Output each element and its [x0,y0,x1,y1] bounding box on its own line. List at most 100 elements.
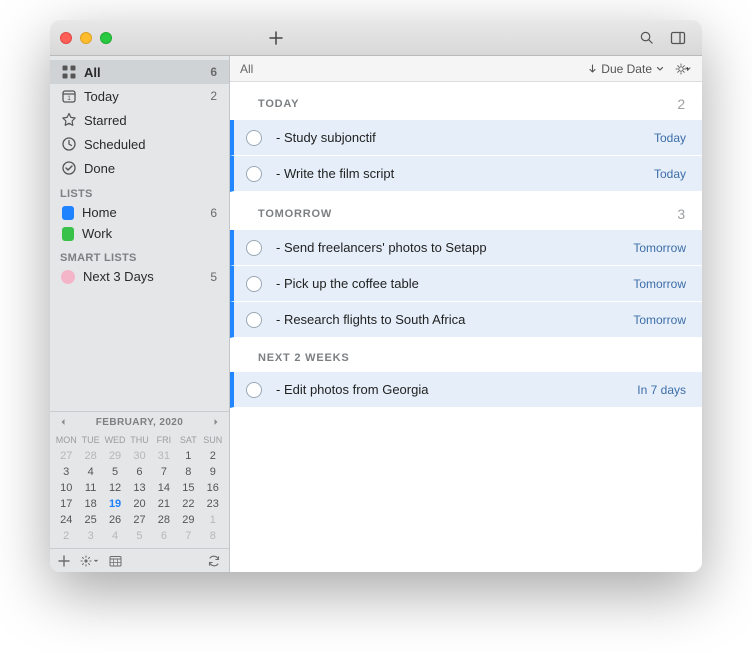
view-options-button[interactable] [674,62,692,76]
sidebar-item-label: Next 3 Days [83,269,210,284]
sync-button[interactable] [207,554,221,568]
calendar-day[interactable]: 18 [78,496,102,512]
sidebar-item-all[interactable]: All6 [50,60,229,84]
sidebar-footer [50,548,229,572]
toggle-panel-button[interactable] [664,27,692,49]
lists-heading: LISTS [50,180,229,202]
calendar-day[interactable]: 12 [103,480,127,496]
sidebar-item-today[interactable]: 1Today2 [50,84,229,108]
sidebar: All61Today2StarredScheduledDone LISTS Ho… [50,56,230,572]
sidebar-list-item[interactable]: Work [50,223,229,244]
calendar-day[interactable]: 5 [103,464,127,480]
calendar-day[interactable]: 1 [176,448,200,464]
calendar-day[interactable]: 7 [152,464,176,480]
search-button[interactable] [632,27,660,49]
calendar-day[interactable]: 16 [201,480,225,496]
task-group-label: TOMORROW [258,208,332,220]
calendar-day[interactable]: 11 [78,480,102,496]
sidebar-smartlist-item[interactable]: Next 3 Days5 [50,266,229,287]
task-group-header: NEXT 2 WEEKS [230,338,702,372]
task-due: Today [654,131,686,145]
calendar-day[interactable]: 13 [127,480,151,496]
task-checkbox[interactable] [246,312,262,328]
sidebar-item-starred[interactable]: Starred [50,108,229,132]
task-row[interactable]: - Edit photos from GeorgiaIn 7 days [230,372,702,408]
calendar-day[interactable]: 6 [127,464,151,480]
settings-button[interactable] [80,555,99,567]
calendar-day[interactable]: 31 [152,448,176,464]
calendar-day[interactable]: 21 [152,496,176,512]
calendar-dayname: FRI [152,434,176,448]
calendar-dayname: THU [127,434,151,448]
calendar-dayname: SAT [176,434,200,448]
calendar-dayname: WED [103,434,127,448]
calendar-toggle-button[interactable] [109,555,122,567]
calendar-day[interactable]: 6 [152,528,176,544]
sidebar-list-item[interactable]: Home6 [50,202,229,223]
calendar-day[interactable]: 4 [78,464,102,480]
calendar-day[interactable]: 24 [54,512,78,528]
task-checkbox[interactable] [246,276,262,292]
window-fullscreen-button[interactable] [100,32,112,44]
task-group-header: TOMORROW3 [230,192,702,230]
sidebar-item-label: Work [82,226,217,241]
window-minimize-button[interactable] [80,32,92,44]
calendar-day[interactable]: 28 [152,512,176,528]
calendar-day[interactable]: 19 [103,496,127,512]
task-row[interactable]: - Study subjonctifToday [230,120,702,156]
task-checkbox[interactable] [246,382,262,398]
calendar-day[interactable]: 17 [54,496,78,512]
calendar-day[interactable]: 7 [176,528,200,544]
task-row[interactable]: - Write the film scriptToday [230,156,702,192]
sidebar-item-label: All [84,65,210,80]
calendar-day[interactable]: 26 [103,512,127,528]
add-task-button[interactable] [262,27,290,49]
scheduled-icon [60,135,78,153]
main-panel: All Due Date TODAY2- Study subjonctifTod… [230,56,702,572]
task-checkbox[interactable] [246,166,262,182]
calendar-day[interactable]: 9 [201,464,225,480]
calendar-day[interactable]: 30 [127,448,151,464]
task-row[interactable]: - Research flights to South AfricaTomorr… [230,302,702,338]
smartlist-color-icon [61,270,75,284]
calendar-day[interactable]: 23 [201,496,225,512]
calendar-day[interactable]: 27 [54,448,78,464]
calendar-dayname: TUE [78,434,102,448]
window-close-button[interactable] [60,32,72,44]
sidebar-item-scheduled[interactable]: Scheduled [50,132,229,156]
calendar-prev-button[interactable] [54,412,72,432]
calendar-day[interactable]: 1 [201,512,225,528]
task-checkbox[interactable] [246,240,262,256]
sidebar-item-label: Today [84,89,210,104]
calendar-day[interactable]: 3 [54,464,78,480]
calendar-day[interactable]: 8 [176,464,200,480]
calendar-day[interactable]: 5 [127,528,151,544]
task-row[interactable]: - Send freelancers' photos to SetappTomo… [230,230,702,266]
calendar-next-button[interactable] [207,412,225,432]
calendar-day[interactable]: 22 [176,496,200,512]
sort-button[interactable]: Due Date [588,62,664,76]
traffic-lights [60,32,112,44]
sidebar-item-label: Done [84,161,217,176]
calendar-day[interactable]: 2 [54,528,78,544]
calendar-day[interactable]: 28 [78,448,102,464]
today-icon: 1 [60,87,78,105]
calendar-day[interactable]: 2 [201,448,225,464]
calendar-day[interactable]: 20 [127,496,151,512]
task-checkbox[interactable] [246,130,262,146]
calendar-day[interactable]: 15 [176,480,200,496]
sort-label: Due Date [601,62,652,76]
calendar-day[interactable]: 14 [152,480,176,496]
calendar-day[interactable]: 10 [54,480,78,496]
calendar-day[interactable]: 25 [78,512,102,528]
calendar-day[interactable]: 29 [103,448,127,464]
calendar-day[interactable]: 27 [127,512,151,528]
add-list-button[interactable] [58,555,70,567]
calendar-day[interactable]: 29 [176,512,200,528]
calendar-day[interactable]: 4 [103,528,127,544]
calendar-day[interactable]: 3 [78,528,102,544]
task-due: Today [654,167,686,181]
sidebar-item-done[interactable]: Done [50,156,229,180]
calendar-day[interactable]: 8 [201,528,225,544]
task-row[interactable]: - Pick up the coffee tableTomorrow [230,266,702,302]
